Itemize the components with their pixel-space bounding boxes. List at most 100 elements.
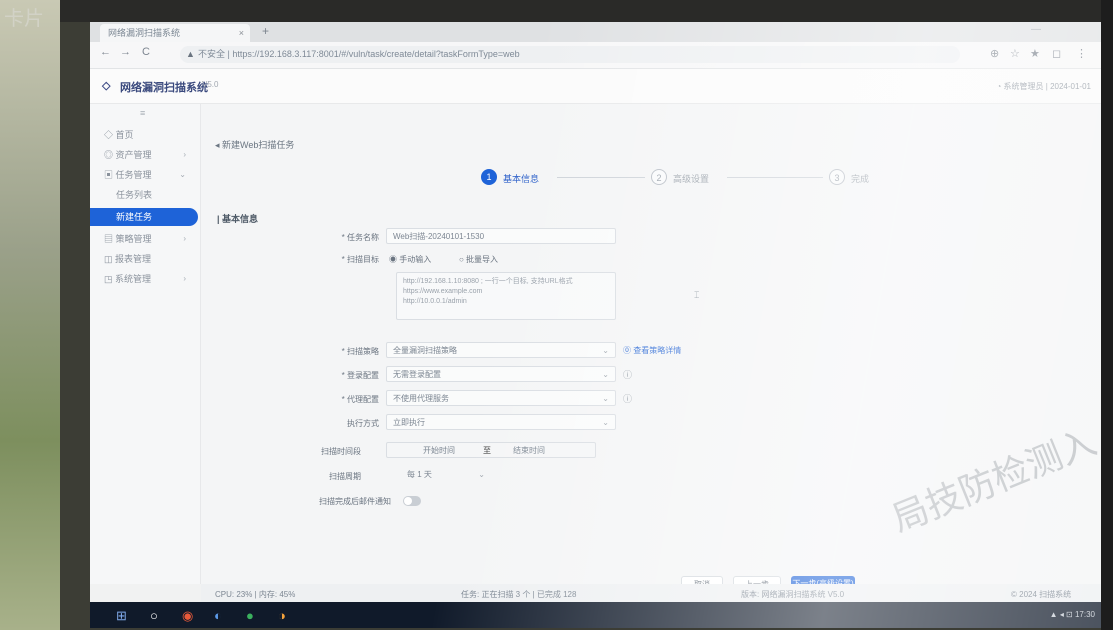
browser-icon[interactable]: ● bbox=[246, 608, 254, 623]
zoom-icon[interactable]: ⊕ bbox=[990, 47, 999, 60]
favorites-icon[interactable]: ★ bbox=[1030, 47, 1040, 60]
status-left: CPU: 23% | 内存: 45% bbox=[215, 590, 296, 599]
step-1-circle: 1 bbox=[481, 169, 497, 185]
user-menu[interactable]: ◔ 系统管理员 | 2024-01-01 bbox=[997, 81, 1092, 92]
warning-icon: ▲ bbox=[186, 49, 195, 59]
app-icon[interactable]: ◑ bbox=[278, 608, 286, 623]
step-2-circle: 2 bbox=[651, 169, 667, 185]
url-text: https://192.168.3.117:8001/#/vuln/task/c… bbox=[232, 49, 520, 59]
back-button[interactable]: ← bbox=[100, 46, 111, 58]
chevron-right-icon: › bbox=[183, 150, 186, 159]
logo-icon: ◇ bbox=[102, 80, 111, 92]
monitor-screen: 网络漏洞扫描系统 × + — ← → C ▲ 不安全 | https://192… bbox=[90, 22, 1101, 628]
sidebar-item-new-task[interactable]: 新建任务 bbox=[90, 208, 198, 226]
target-line: http://10.0.0.1/admin bbox=[403, 298, 467, 305]
sidebar-item-system[interactable]: ◳ 系统管理 › bbox=[90, 270, 200, 288]
step-3-circle: 3 bbox=[829, 169, 845, 185]
time-start: 开始时间 bbox=[423, 446, 455, 455]
time-range-label: 扫描时间段 bbox=[321, 447, 361, 456]
system-tray[interactable]: ▲ ◂ ⊡ 17:30 bbox=[1050, 610, 1095, 619]
step-1-label: 基本信息 bbox=[503, 174, 540, 184]
chevron-right-icon: › bbox=[183, 274, 186, 283]
scan-target-textarea[interactable]: http://192.168.1.10:8080 ; 一行一个目标, 支持URL… bbox=[396, 272, 616, 320]
search-icon[interactable]: ○ bbox=[150, 608, 158, 623]
monitor-bezel-right bbox=[1101, 0, 1113, 630]
forward-button[interactable]: → bbox=[120, 46, 131, 58]
chevron-down-icon: ⌄ bbox=[602, 394, 609, 403]
time-separator: 至 bbox=[483, 446, 491, 455]
minimize-icon[interactable]: — bbox=[1031, 24, 1041, 35]
time-end: 结束时间 bbox=[513, 446, 545, 455]
wall-background: 卡片 bbox=[0, 0, 60, 630]
batch-import-radio[interactable]: ○ 批量导入 bbox=[459, 254, 498, 265]
info-icon[interactable]: ⓘ bbox=[623, 368, 632, 381]
time-range-picker[interactable]: 开始时间 至 结束时间 bbox=[386, 442, 596, 458]
monitor-bezel-top bbox=[60, 0, 1113, 22]
app-icon[interactable]: ◉ bbox=[182, 608, 193, 624]
sidebar-item-tasks[interactable]: ▣ 任务管理 ⌄ bbox=[90, 166, 200, 184]
step-wizard: 1 基本信息 2 高级设置 3 完成 bbox=[481, 166, 961, 190]
status-far: © 2024 扫描系统 bbox=[1011, 590, 1072, 599]
menu-icon[interactable]: ⋮ bbox=[1076, 47, 1087, 60]
chevron-down-icon: ⌄ bbox=[179, 170, 186, 179]
chevron-down-icon: ⌄ bbox=[602, 418, 609, 427]
close-icon[interactable]: × bbox=[239, 24, 244, 42]
new-tab-button[interactable]: + bbox=[262, 24, 269, 38]
manual-input-radio[interactable]: ◉ 手动输入 bbox=[389, 254, 431, 265]
breadcrumb[interactable]: ◂ 新建Web扫描任务 bbox=[215, 138, 294, 151]
chevron-down-icon: ⌄ bbox=[478, 470, 485, 479]
chevron-down-icon: ⌄ bbox=[602, 370, 609, 379]
status-middle: 任务: 正在扫描 3 个 | 已完成 128 bbox=[461, 590, 577, 599]
scan-strategy-label: * 扫描策略 bbox=[341, 347, 379, 356]
view-strategy-link[interactable]: ⓪ 查看策略详情 bbox=[623, 345, 681, 356]
bookmark-icon[interactable]: ☆ bbox=[1010, 47, 1020, 60]
section-title: | 基本信息 bbox=[217, 214, 259, 224]
sidebar: ≡ ◇ 首页 ◎ 资产管理 › ▣ 任务管理 ⌄ 任务列表 新建任务 ▤ 策略管理 ›… bbox=[90, 104, 201, 584]
sidebar-item-policy[interactable]: ▤ 策略管理 › bbox=[90, 230, 200, 248]
period-select[interactable]: 每 1 天 ⌄ bbox=[401, 467, 491, 483]
start-icon[interactable]: ⊞ bbox=[116, 608, 127, 624]
sidebar-item-assets[interactable]: ◎ 资产管理 › bbox=[90, 146, 200, 164]
status-right: 版本: 网络漏洞扫描系统 V5.0 bbox=[741, 590, 845, 599]
cursor-icon: ⌶ bbox=[694, 290, 700, 300]
sidebar-item-task-list[interactable]: 任务列表 bbox=[90, 186, 200, 204]
info-icon[interactable]: ⓘ bbox=[623, 392, 632, 405]
proxy-config-label: * 代理配置 bbox=[341, 395, 379, 404]
scan-target-label: * 扫描目标 bbox=[341, 255, 379, 264]
app-icon[interactable]: ◐ bbox=[214, 608, 222, 623]
collapse-icon[interactable]: ≡ bbox=[140, 108, 145, 118]
step-connector bbox=[557, 177, 645, 178]
target-line: https://www.example.com bbox=[403, 288, 483, 295]
task-name-label: * 任务名称 bbox=[341, 233, 379, 242]
tab-title: 网络漏洞扫描系统 bbox=[108, 28, 181, 38]
scan-strategy-select[interactable]: 全量漏洞扫描策略 ⌄ bbox=[386, 342, 616, 358]
app-version: V5.0 bbox=[202, 80, 219, 89]
chevron-right-icon: › bbox=[183, 234, 186, 243]
url-input[interactable]: ▲ 不安全 | https://192.168.3.117:8001/#/vul… bbox=[180, 46, 960, 63]
reload-button[interactable]: C bbox=[142, 46, 150, 58]
app-header: ◇ 网络漏洞扫描系统 V5.0 ◔ 系统管理员 | 2024-01-01 bbox=[90, 69, 1101, 104]
exec-mode-label: 执行方式 bbox=[347, 419, 379, 428]
step-2-label: 高级设置 bbox=[673, 174, 710, 184]
status-bar: CPU: 23% | 内存: 45% 任务: 正在扫描 3 个 | 已完成 12… bbox=[201, 584, 1101, 602]
os-taskbar: ⊞ ○ ◉ ◐ ● ◑ ▲ ◂ ⊡ 17:30 bbox=[90, 602, 1101, 628]
sidebar-item-home[interactable]: ◇ 首页 bbox=[90, 126, 200, 144]
login-config-label: * 登录配置 bbox=[341, 371, 379, 380]
step-connector bbox=[727, 177, 823, 178]
chevron-down-icon: ⌄ bbox=[602, 346, 609, 355]
collections-icon[interactable]: ◻ bbox=[1052, 47, 1061, 60]
period-label: 扫描周期 bbox=[329, 472, 361, 481]
notify-label: 扫描完成后邮件通知 bbox=[319, 497, 391, 506]
exec-mode-select[interactable]: 立即执行 ⌄ bbox=[386, 414, 616, 430]
address-bar: ← → C ▲ 不安全 | https://192.168.3.117:8001… bbox=[90, 42, 1101, 69]
target-line: http://192.168.1.10:8080 ; 一行一个目标, 支持URL… bbox=[403, 278, 573, 285]
proxy-config-select[interactable]: 不使用代理服务 ⌄ bbox=[386, 390, 616, 406]
wall-text: 卡片 bbox=[4, 6, 44, 30]
secure-label: 不安全 bbox=[198, 49, 226, 59]
step-3-label: 完成 bbox=[851, 174, 870, 184]
login-config-select[interactable]: 无需登录配置 ⌄ bbox=[386, 366, 616, 382]
browser-tab[interactable]: 网络漏洞扫描系统 × bbox=[100, 24, 250, 42]
notify-toggle[interactable] bbox=[403, 496, 421, 506]
task-name-input[interactable]: Web扫描-20240101-1530 bbox=[386, 228, 616, 244]
sidebar-item-reports[interactable]: ◫ 报表管理 bbox=[90, 250, 200, 268]
